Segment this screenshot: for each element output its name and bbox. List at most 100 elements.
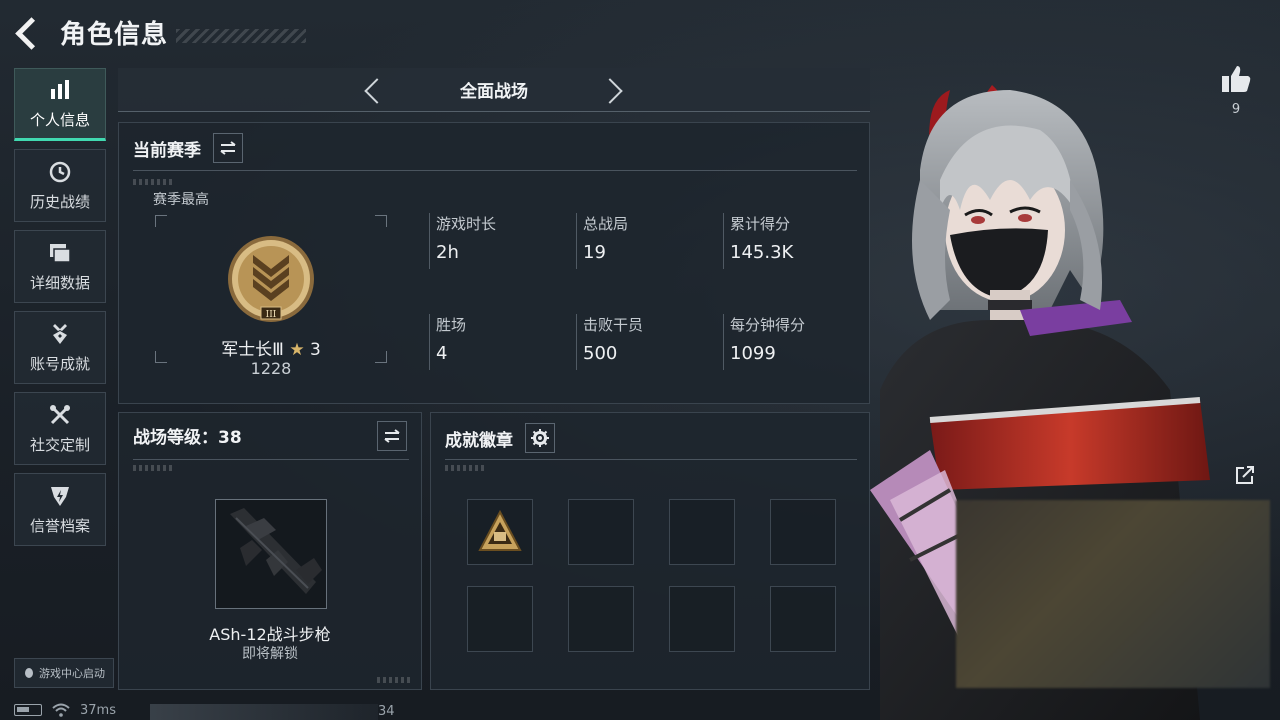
rank-badge-icon: III bbox=[228, 236, 314, 322]
achievement-badge-slot[interactable] bbox=[568, 586, 634, 652]
swap-icon bbox=[220, 141, 236, 155]
battlefield-level-panel: 战场等级：38 ASh-12战斗步枪 即将解锁 bbox=[118, 412, 422, 690]
stat-value: 1099 bbox=[730, 343, 776, 364]
rank-stars: 3 bbox=[309, 340, 321, 360]
rifle-icon bbox=[230, 508, 322, 594]
latency-text: 37ms bbox=[80, 702, 116, 718]
achievement-badge-slot[interactable] bbox=[669, 499, 735, 565]
nav-item-personal-info[interactable]: 个人信息 bbox=[14, 68, 106, 141]
stat-value: 500 bbox=[583, 343, 618, 364]
page-title: 角色信息 bbox=[60, 19, 169, 50]
clock-icon bbox=[47, 159, 73, 185]
stat-total-score: 累计得分 145.3K bbox=[723, 213, 853, 269]
decoration bbox=[133, 179, 173, 185]
bar-chart-icon bbox=[47, 77, 73, 103]
stat-value: 2h bbox=[436, 242, 459, 263]
folder-icon bbox=[47, 240, 73, 266]
share-button[interactable] bbox=[1234, 464, 1258, 488]
swap-icon bbox=[384, 429, 400, 443]
nav-item-achievements[interactable]: 账号成就 bbox=[14, 311, 106, 384]
tools-icon bbox=[47, 402, 73, 428]
game-center-label: 游戏中心启动 bbox=[39, 667, 105, 680]
side-nav: 个人信息 历史战绩 详细数据 账号成就 社交定制 信誉档案 bbox=[14, 68, 106, 554]
prev-mode-arrow-icon[interactable] bbox=[359, 75, 389, 105]
stat-total-matches: 总战局 19 bbox=[576, 213, 706, 269]
penguin-icon bbox=[25, 668, 33, 678]
decoration bbox=[445, 465, 485, 471]
nav-item-detail-data[interactable]: 详细数据 bbox=[14, 230, 106, 303]
battlefield-level-header: 战场等级：38 bbox=[133, 423, 242, 448]
corner bbox=[375, 215, 387, 227]
battery-icon bbox=[14, 704, 42, 716]
achievement-badge-slot[interactable] bbox=[568, 499, 634, 565]
blurred-region bbox=[956, 500, 1270, 688]
title-decoration bbox=[176, 29, 307, 43]
nav-item-social[interactable]: 社交定制 bbox=[14, 392, 106, 465]
svg-text:III: III bbox=[266, 310, 277, 320]
like-count: 9 bbox=[1231, 102, 1241, 117]
nav-label: 个人信息 bbox=[29, 111, 90, 129]
wifi-icon bbox=[52, 703, 70, 717]
star-icon: ★ bbox=[289, 340, 305, 360]
divider bbox=[445, 459, 857, 460]
game-center-launch-button[interactable]: 游戏中心启动 bbox=[14, 658, 114, 688]
season-best-label: 赛季最高 bbox=[153, 192, 209, 208]
divider bbox=[133, 459, 409, 460]
stat-wins: 胜场 4 bbox=[429, 314, 559, 370]
status-bar: 37ms bbox=[14, 700, 116, 720]
achievement-badge-slot[interactable] bbox=[770, 586, 836, 652]
stat-label: 每分钟得分 bbox=[730, 316, 806, 334]
decoration bbox=[377, 677, 413, 683]
rank-box: III 军士长Ⅲ ★ 3 1228 bbox=[155, 215, 387, 378]
share-icon bbox=[1236, 466, 1254, 484]
weapon-status: 即将解锁 bbox=[242, 646, 298, 662]
nav-item-history[interactable]: 历史战绩 bbox=[14, 149, 106, 222]
next-mode-arrow-icon[interactable] bbox=[599, 75, 629, 105]
stat-value: 19 bbox=[583, 242, 606, 263]
header: 角色信息 bbox=[14, 12, 307, 52]
stat-label: 总战局 bbox=[583, 215, 629, 233]
thumbs-up-icon bbox=[1222, 66, 1251, 92]
season-panel: 当前赛季 赛季最高 III 军士长Ⅲ ★ 3 1228 游戏时长 2h 总战局 … bbox=[118, 122, 870, 404]
achievements-panel: 成就徽章 bbox=[430, 412, 870, 690]
nav-label: 信誉档案 bbox=[29, 517, 90, 535]
nav-label: 历史战绩 bbox=[29, 193, 90, 211]
stat-label: 游戏时长 bbox=[436, 215, 497, 233]
nav-label: 详细数据 bbox=[29, 274, 90, 292]
weapon-card[interactable] bbox=[215, 499, 327, 609]
nav-item-reputation[interactable]: 信誉档案 bbox=[14, 473, 106, 546]
shield-icon bbox=[47, 483, 73, 509]
stat-play-time: 游戏时长 2h bbox=[429, 213, 559, 269]
stat-label: 胜场 bbox=[436, 316, 467, 334]
medal-icon bbox=[47, 321, 73, 347]
swap-season-button[interactable] bbox=[213, 133, 243, 163]
mode-title: 全面战场 bbox=[460, 82, 528, 102]
battlefield-level-title: 战场等级：38 bbox=[133, 428, 242, 448]
back-arrow-icon[interactable] bbox=[14, 14, 42, 50]
weapon-name: ASh-12战斗步枪 bbox=[209, 625, 331, 644]
decoration bbox=[133, 465, 173, 471]
stat-label: 累计得分 bbox=[730, 215, 791, 233]
achievement-badge-slot[interactable] bbox=[467, 586, 533, 652]
stat-label: 击败干员 bbox=[583, 316, 644, 334]
season-header: 当前赛季 bbox=[133, 133, 243, 163]
achievements-settings-button[interactable] bbox=[525, 423, 555, 453]
rank-name-line: 军士长Ⅲ ★ 3 bbox=[155, 335, 387, 360]
pyramid-badge-icon bbox=[478, 509, 522, 551]
like-button[interactable]: 9 bbox=[1216, 64, 1256, 117]
rank-name: 军士长Ⅲ bbox=[221, 340, 284, 360]
stat-kills: 击败干员 500 bbox=[576, 314, 706, 370]
swap-level-button[interactable] bbox=[377, 421, 407, 451]
stat-score-per-minute: 每分钟得分 1099 bbox=[723, 314, 853, 370]
nav-label: 社交定制 bbox=[29, 436, 90, 454]
mode-selector: 全面战场 bbox=[118, 68, 870, 112]
achievement-badge-slot[interactable] bbox=[770, 499, 836, 565]
achievement-badge-slot[interactable] bbox=[669, 586, 735, 652]
divider bbox=[133, 170, 857, 171]
rank-points: 1228 bbox=[250, 359, 292, 378]
gear-icon bbox=[531, 429, 549, 447]
status-number: 34 bbox=[378, 704, 395, 719]
season-title: 当前赛季 bbox=[133, 140, 201, 161]
achievement-badge-slot[interactable] bbox=[467, 499, 533, 565]
stat-value: 4 bbox=[436, 343, 448, 364]
